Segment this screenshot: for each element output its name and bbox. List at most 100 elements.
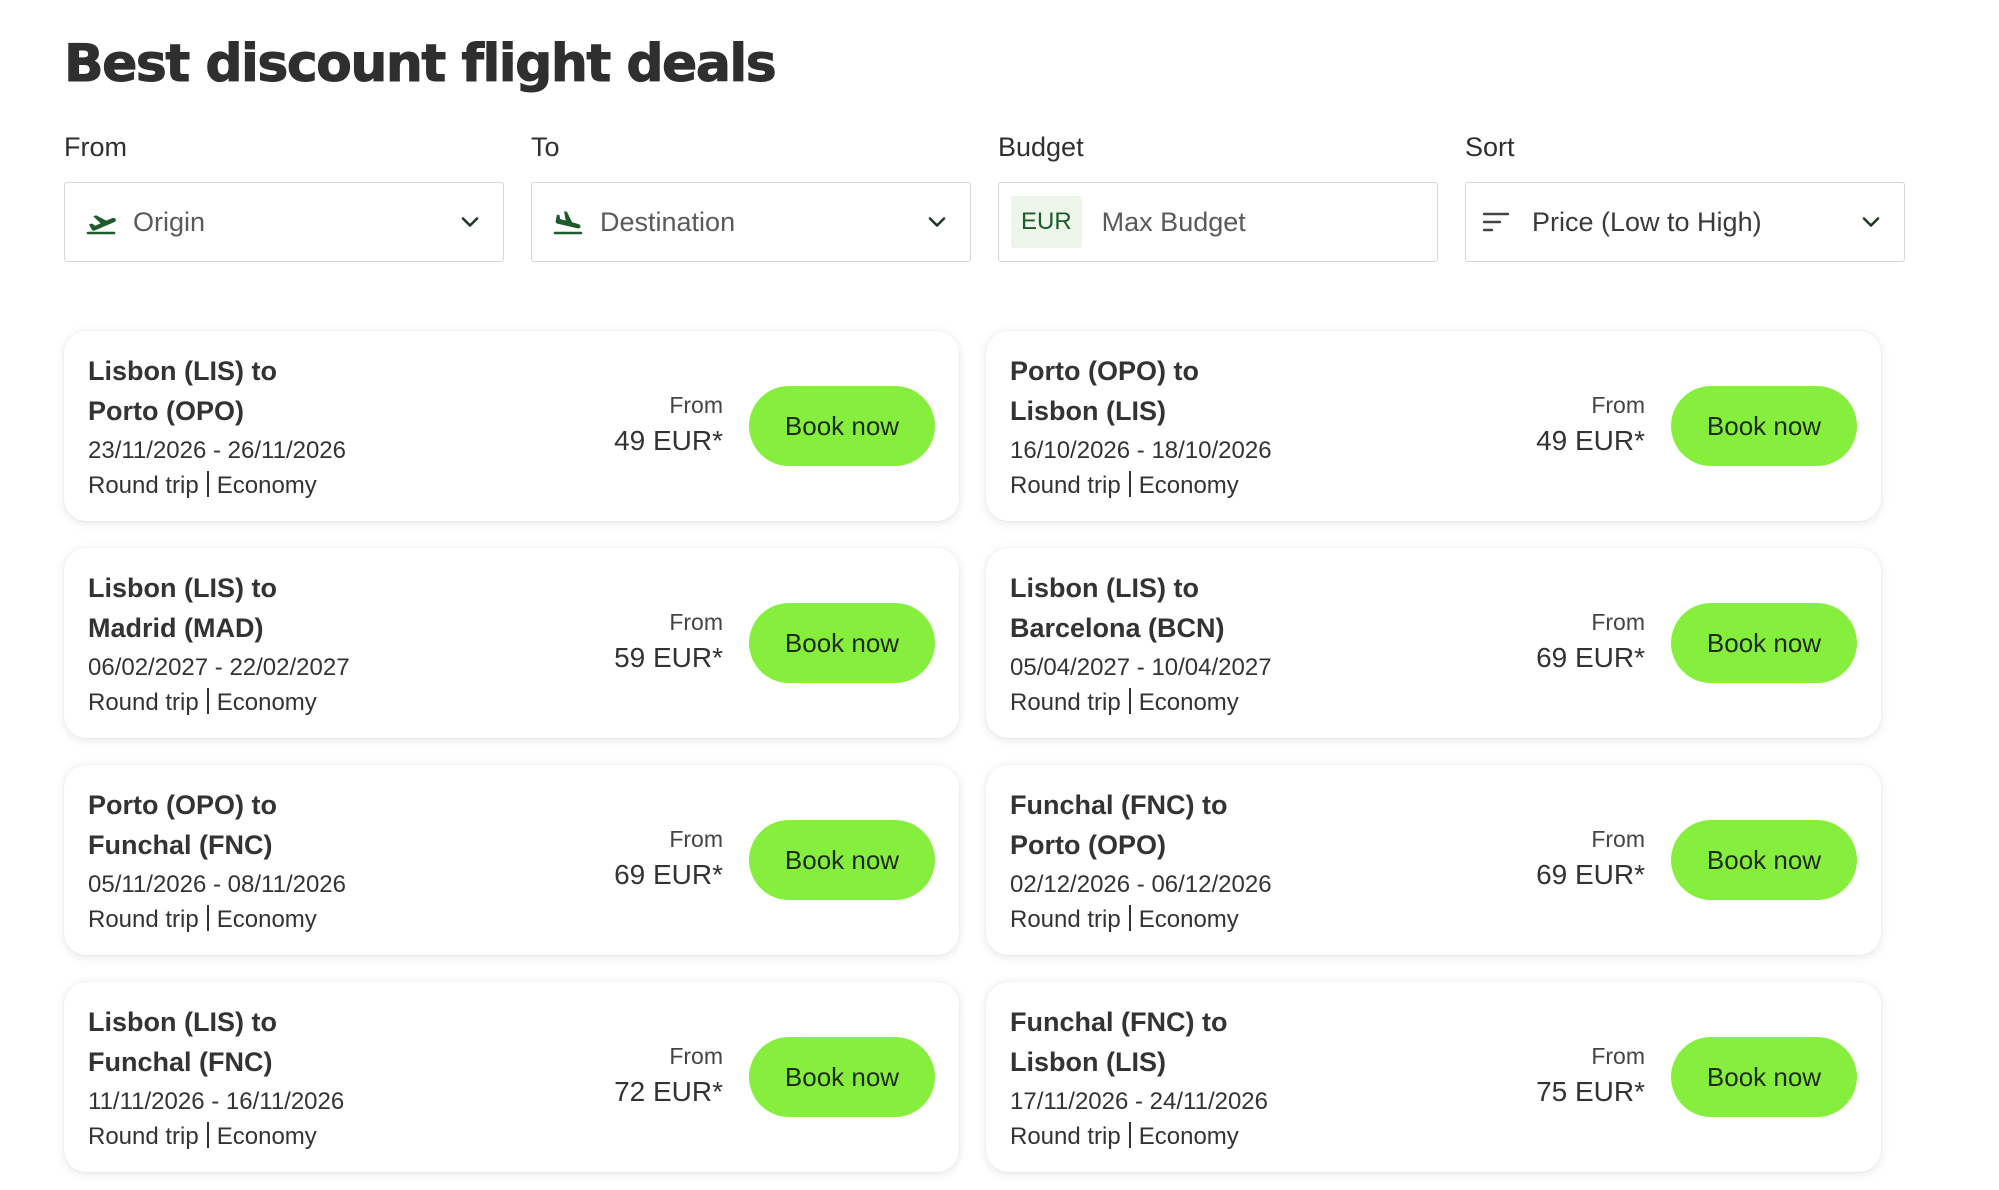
- deal-trip-info: Round trip Economy: [1010, 469, 1857, 503]
- plane-takeoff-icon: [85, 206, 117, 238]
- chevron-down-icon: [926, 211, 948, 233]
- deal-price: From 69 EUR*: [1536, 606, 1645, 678]
- price-value: 69 EUR*: [614, 859, 723, 890]
- price-from-label: From: [669, 609, 723, 635]
- price-value: 49 EUR*: [614, 425, 723, 456]
- deal-route-origin: Funchal (FNC) to: [1010, 790, 1228, 820]
- deal-card: Lisbon (LIS) to Madrid (MAD) 06/02/2027 …: [64, 548, 959, 738]
- price-value: 59 EUR*: [614, 642, 723, 673]
- deal-price: From 69 EUR*: [614, 823, 723, 895]
- budget-input[interactable]: EUR Max Budget: [998, 182, 1438, 262]
- sort-select[interactable]: Price (Low to High): [1465, 182, 1905, 262]
- deal-trip-type: Round trip: [1010, 906, 1121, 933]
- price-value: 49 EUR*: [1536, 425, 1645, 456]
- deal-route-destination: Madrid (MAD): [88, 613, 264, 643]
- price-from-label: From: [1591, 1043, 1645, 1069]
- book-now-button[interactable]: Book now: [749, 1037, 935, 1117]
- divider: [206, 1122, 209, 1148]
- to-filter: To Destination: [531, 132, 971, 262]
- deal-card: Lisbon (LIS) to Funchal (FNC) 11/11/2026…: [64, 982, 959, 1172]
- price-value: 69 EUR*: [1536, 859, 1645, 890]
- chevron-down-icon: [1860, 211, 1882, 233]
- deal-route: Lisbon (LIS) to Porto (OPO): [88, 351, 408, 431]
- deal-route: Lisbon (LIS) to Madrid (MAD): [88, 568, 408, 648]
- deal-route: Porto (OPO) to Funchal (FNC): [88, 785, 408, 865]
- price-from-label: From: [1591, 392, 1645, 418]
- deal-card: Funchal (FNC) to Porto (OPO) 02/12/2026 …: [986, 765, 1881, 955]
- deal-route: Porto (OPO) to Lisbon (LIS): [1010, 351, 1330, 431]
- book-now-button[interactable]: Book now: [1671, 820, 1857, 900]
- divider: [206, 688, 209, 714]
- deal-route-origin: Lisbon (LIS) to: [88, 356, 277, 386]
- price-value: 75 EUR*: [1536, 1076, 1645, 1107]
- divider: [206, 471, 209, 497]
- sort-lines-icon: [1480, 206, 1512, 238]
- destination-value: Destination: [600, 206, 736, 237]
- deal-trip-type: Round trip: [88, 472, 199, 499]
- book-now-button[interactable]: Book now: [749, 603, 935, 683]
- book-now-button[interactable]: Book now: [749, 386, 935, 466]
- deal-route-origin: Lisbon (LIS) to: [88, 1007, 277, 1037]
- max-budget-placeholder: Max Budget: [1101, 206, 1246, 237]
- divider: [1128, 471, 1131, 497]
- deal-trip-info: Round trip Economy: [88, 469, 935, 503]
- deal-cabin: Economy: [216, 689, 317, 716]
- page-title: Best discount flight deals: [63, 34, 777, 95]
- price-value: 69 EUR*: [1536, 642, 1645, 673]
- deal-route-origin: Funchal (FNC) to: [1010, 1007, 1228, 1037]
- deal-route: Funchal (FNC) to Lisbon (LIS): [1010, 1002, 1330, 1082]
- divider: [1128, 688, 1131, 714]
- deal-trip-type: Round trip: [1010, 689, 1121, 716]
- book-now-button[interactable]: Book now: [749, 820, 935, 900]
- deal-route-destination: Funchal (FNC): [88, 830, 273, 860]
- deal-cabin: Economy: [1138, 906, 1239, 933]
- filter-bar: From Origin To Destination Budget EUR Ma…: [64, 132, 1906, 262]
- plane-landing-icon: [552, 206, 584, 238]
- deal-trip-info: Round trip Economy: [88, 686, 935, 720]
- deal-route-destination: Lisbon (LIS): [1010, 396, 1166, 426]
- from-filter: From Origin: [64, 132, 504, 262]
- sort-filter: Sort Price (Low to High): [1465, 132, 1905, 262]
- price-from-label: From: [669, 826, 723, 852]
- budget-label: Budget: [998, 132, 1084, 162]
- price-from-label: From: [1591, 609, 1645, 635]
- deal-route: Lisbon (LIS) to Funchal (FNC): [88, 1002, 408, 1082]
- deal-trip-info: Round trip Economy: [1010, 1120, 1857, 1154]
- origin-select[interactable]: Origin: [64, 182, 504, 262]
- book-now-button[interactable]: Book now: [1671, 1037, 1857, 1117]
- price-from-label: From: [1591, 826, 1645, 852]
- divider: [1128, 905, 1131, 931]
- deal-cabin: Economy: [216, 472, 317, 499]
- deal-trip-type: Round trip: [1010, 472, 1121, 499]
- deal-trip-type: Round trip: [88, 1123, 199, 1150]
- deal-price: From 49 EUR*: [614, 389, 723, 461]
- sort-value: Price (Low to High): [1532, 206, 1762, 237]
- deal-route-destination: Lisbon (LIS): [1010, 1047, 1166, 1077]
- book-now-button[interactable]: Book now: [1671, 386, 1857, 466]
- book-now-button[interactable]: Book now: [1671, 603, 1857, 683]
- sort-label: Sort: [1465, 132, 1515, 162]
- deals-grid: Lisbon (LIS) to Porto (OPO) 23/11/2026 -…: [64, 331, 1910, 1172]
- deal-price: From 72 EUR*: [614, 1040, 723, 1112]
- deal-card: Porto (OPO) to Lisbon (LIS) 16/10/2026 -…: [986, 331, 1881, 521]
- deal-trip-info: Round trip Economy: [1010, 686, 1857, 720]
- deal-card: Porto (OPO) to Funchal (FNC) 05/11/2026 …: [64, 765, 959, 955]
- deal-route-origin: Porto (OPO) to: [1010, 356, 1199, 386]
- deal-price: From 75 EUR*: [1536, 1040, 1645, 1112]
- deal-route-origin: Lisbon (LIS) to: [1010, 573, 1199, 603]
- deal-price: From 49 EUR*: [1536, 389, 1645, 461]
- divider: [1128, 1122, 1131, 1148]
- destination-select[interactable]: Destination: [531, 182, 971, 262]
- deal-route-destination: Barcelona (BCN): [1010, 613, 1225, 643]
- divider: [206, 905, 209, 931]
- deal-card: Lisbon (LIS) to Barcelona (BCN) 05/04/20…: [986, 548, 1881, 738]
- budget-filter: Budget EUR Max Budget: [998, 132, 1438, 262]
- deal-route-origin: Lisbon (LIS) to: [88, 573, 277, 603]
- chevron-down-icon: [459, 211, 481, 233]
- price-value: 72 EUR*: [614, 1076, 723, 1107]
- deal-cabin: Economy: [216, 1123, 317, 1150]
- deal-trip-type: Round trip: [88, 906, 199, 933]
- price-from-label: From: [669, 392, 723, 418]
- currency-chip: EUR: [1011, 196, 1082, 248]
- deal-trip-type: Round trip: [88, 689, 199, 716]
